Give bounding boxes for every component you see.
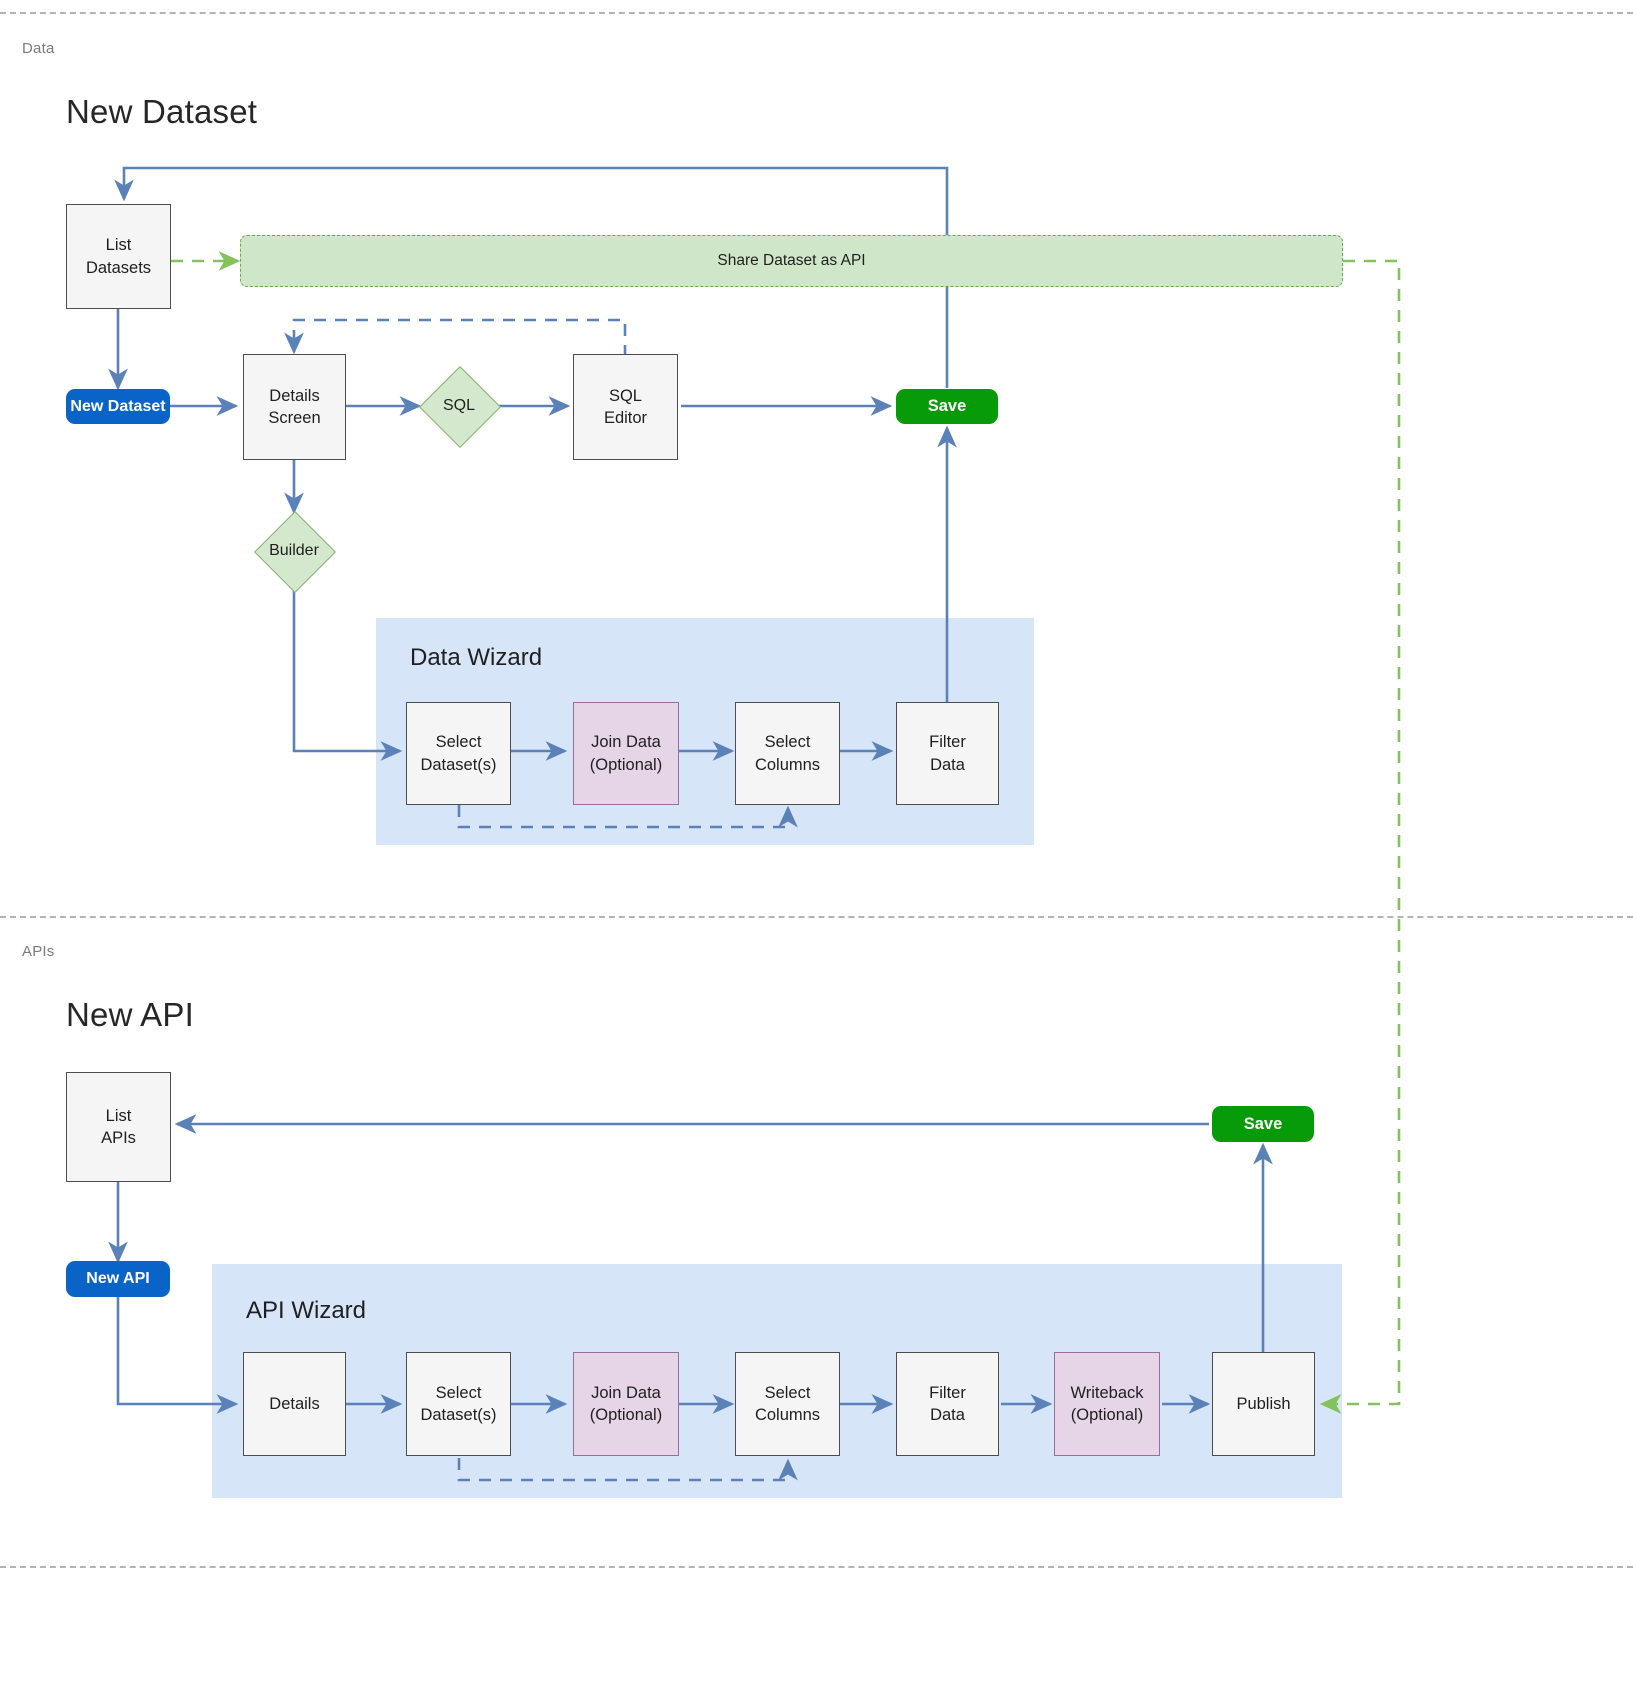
section-title-new-api: New API	[66, 996, 194, 1034]
edge-share-band-to-publish	[1322, 261, 1399, 1404]
api-wizard-title: API Wizard	[246, 1297, 366, 1325]
node-list-datasets[interactable]: List Datasets	[66, 204, 171, 309]
node-details-screen[interactable]: Details Screen	[243, 354, 346, 460]
node-data-wizard-step-join-data[interactable]: Join Data (Optional)	[573, 702, 679, 805]
node-data-wizard-step-select-datasets[interactable]: Select Dataset(s)	[406, 702, 511, 805]
node-list-apis[interactable]: List APIs	[66, 1072, 171, 1182]
node-data-wizard-step-select-columns[interactable]: Select Columns	[735, 702, 840, 805]
node-data-wizard-step-filter-data[interactable]: Filter Data	[896, 702, 999, 805]
node-api-wizard-step-details[interactable]: Details	[243, 1352, 346, 1456]
lane-label-data: Data	[22, 40, 55, 57]
flowchart-canvas: Data APIs New Dataset New API Data Wizar…	[0, 0, 1633, 1683]
node-api-wizard-step-filter-data[interactable]: Filter Data	[896, 1352, 999, 1456]
node-api-wizard-step-select-columns[interactable]: Select Columns	[735, 1352, 840, 1456]
decision-sql-shape	[419, 366, 501, 448]
node-api-wizard-step-join-data[interactable]: Join Data (Optional)	[573, 1352, 679, 1456]
button-new-api[interactable]: New API	[66, 1261, 170, 1297]
node-share-dataset-as-api[interactable]: Share Dataset as API	[240, 235, 1343, 287]
button-save-api[interactable]: Save	[1212, 1106, 1314, 1142]
lane-label-apis: APIs	[22, 943, 54, 960]
lane-divider-top	[0, 12, 1633, 14]
node-api-wizard-step-publish[interactable]: Publish	[1212, 1352, 1315, 1456]
button-new-dataset[interactable]: New Dataset	[66, 389, 170, 424]
node-api-wizard-step-select-datasets[interactable]: Select Dataset(s)	[406, 1352, 511, 1456]
node-sql-editor[interactable]: SQL Editor	[573, 354, 678, 460]
node-api-wizard-step-writeback[interactable]: Writeback (Optional)	[1054, 1352, 1160, 1456]
section-title-new-dataset: New Dataset	[66, 93, 257, 131]
lane-divider-middle	[0, 916, 1633, 918]
lane-divider-bottom	[0, 1566, 1633, 1568]
decision-builder-shape	[254, 511, 336, 593]
button-save-dataset[interactable]: Save	[896, 389, 998, 424]
data-wizard-title: Data Wizard	[410, 644, 542, 672]
edge-sql-editor-back-to-details-screen	[294, 320, 625, 357]
